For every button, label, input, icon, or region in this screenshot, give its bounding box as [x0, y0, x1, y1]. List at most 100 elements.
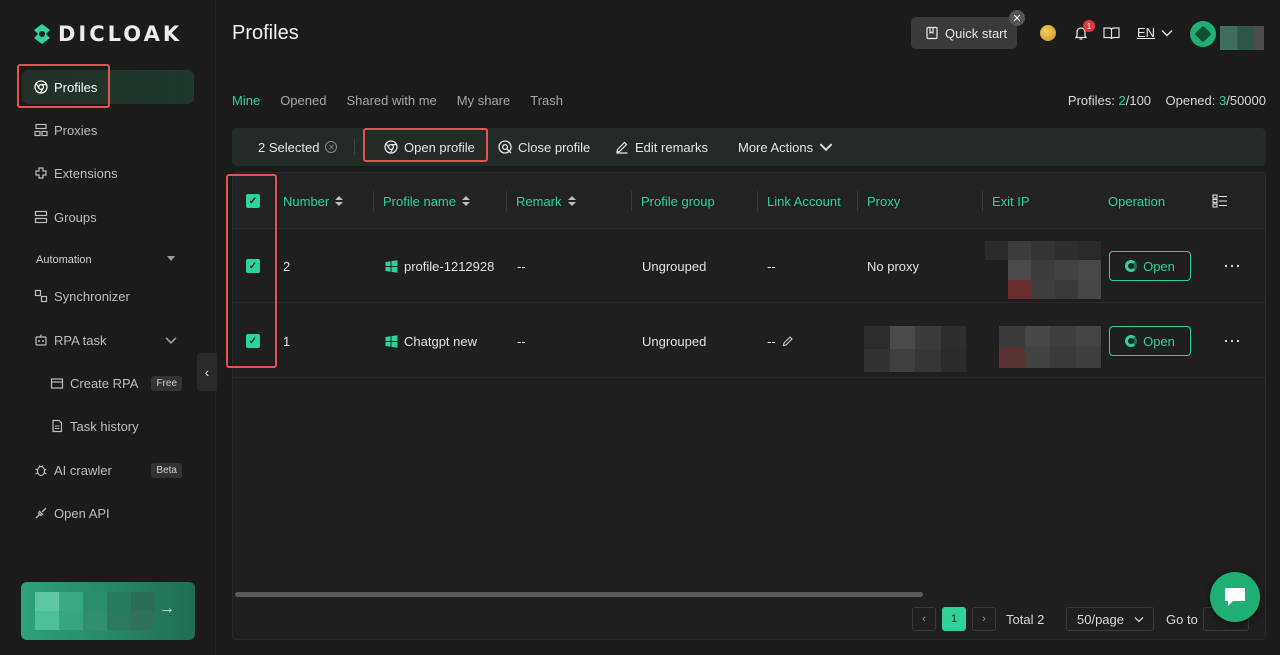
sort-icon: [567, 196, 576, 206]
tab-my-share[interactable]: My share: [457, 93, 510, 108]
sidebar-item-create-rpa[interactable]: Create RPA Free: [22, 366, 194, 400]
row-more-button[interactable]: ⋯: [1223, 229, 1242, 303]
beta-badge: Beta: [151, 462, 182, 478]
open-button[interactable]: Open: [1109, 251, 1191, 281]
notification-badge: 1: [1083, 20, 1095, 32]
sidebar-item-groups[interactable]: Groups: [22, 200, 194, 234]
arrow-right-icon: →: [159, 600, 175, 617]
row-checkbox[interactable]: ✓: [246, 229, 260, 303]
next-page-button[interactable]: ›: [972, 607, 996, 631]
collapse-sidebar-button[interactable]: ‹: [197, 353, 217, 391]
open-button[interactable]: Open: [1109, 326, 1191, 356]
browser-ring-icon: [1125, 335, 1138, 347]
column-remark[interactable]: Remark: [506, 173, 576, 229]
chat-support-button[interactable]: [1210, 572, 1260, 622]
groups-icon: [34, 210, 48, 224]
column-profile-name[interactable]: Profile name: [373, 173, 470, 229]
quick-start-button[interactable]: Quick start: [911, 17, 1017, 49]
row-profile-name[interactable]: Chatgpt new: [385, 304, 477, 378]
sidebar-item-profiles[interactable]: Profiles: [22, 70, 194, 104]
more-actions-button[interactable]: More Actions: [738, 128, 833, 166]
open-button-label: Open: [1143, 258, 1175, 274]
prev-page-button[interactable]: ‹: [912, 607, 936, 631]
page-title: Profiles: [232, 22, 299, 44]
close-profile-button[interactable]: Close profile: [498, 128, 590, 166]
page-size-label: 50/page: [1077, 611, 1124, 627]
robot-icon: [35, 334, 47, 346]
sidebar-item-label: Groups: [54, 209, 97, 225]
row-number: 2: [283, 258, 291, 274]
row-profile-group: Ungrouped: [642, 258, 707, 274]
table-row[interactable]: ✓ 1 Chatgpt new -- Ungrouped -- Open ⋯: [233, 304, 1265, 378]
caret-down-icon[interactable]: [167, 256, 175, 261]
brand-logo-icon: [34, 24, 50, 44]
sidebar-item-synchronizer[interactable]: Synchronizer: [22, 279, 194, 313]
open-book-icon[interactable]: [1103, 26, 1120, 40]
sidebar-item-open-api[interactable]: Open API: [22, 496, 194, 530]
row-operation: Open: [1109, 229, 1191, 303]
avatar[interactable]: [1190, 21, 1216, 47]
sidebar-item-extensions[interactable]: Extensions: [22, 156, 194, 190]
sidebar-item-proxies[interactable]: Proxies: [22, 113, 194, 147]
row-remark: --: [517, 258, 526, 274]
column-number[interactable]: Number: [283, 173, 344, 229]
opened-total: /50000: [1226, 93, 1266, 108]
clear-selection-icon[interactable]: ✕: [325, 141, 338, 153]
chevron-down-icon: [1161, 29, 1173, 36]
chevron-left-icon: ‹: [204, 364, 210, 380]
row-checkbox[interactable]: ✓: [246, 304, 260, 378]
opened-count-label: Opened:: [1165, 93, 1216, 108]
sidebar-item-label: Create RPA: [70, 375, 139, 391]
sidebar-item-task-history[interactable]: Task history: [22, 409, 194, 443]
select-all-checkbox[interactable]: ✓: [246, 173, 260, 229]
chevron-down-icon: [1134, 616, 1144, 622]
open-profile-button[interactable]: Open profile: [384, 128, 475, 166]
document-icon: [52, 419, 63, 433]
row-profile-name[interactable]: profile-1212928: [385, 229, 494, 303]
more-dots-icon: ⋯: [1223, 330, 1242, 351]
tab-mine[interactable]: Mine: [232, 93, 260, 108]
page-size-select[interactable]: 50/page: [1066, 607, 1154, 631]
page-number-button[interactable]: 1: [942, 607, 966, 631]
tab-shared-with-me[interactable]: Shared with me: [346, 93, 436, 108]
horizontal-scrollbar[interactable]: [235, 592, 923, 597]
tab-opened[interactable]: Opened: [280, 93, 326, 108]
profile-name-text: Chatgpt new: [404, 333, 477, 349]
brand-logo[interactable]: DICLOAK: [32, 22, 182, 46]
profiles-used: 2: [1118, 93, 1126, 108]
column-proxy: Proxy: [857, 173, 900, 229]
profile-counts: Profiles: 2/100 Opened: 3/50000: [1068, 93, 1266, 108]
row-number: 1: [283, 333, 291, 349]
quick-start-label: Quick start: [945, 25, 1008, 41]
chat-bubble-icon: [1225, 588, 1245, 606]
check-icon: ✓: [246, 334, 260, 348]
selection-count: 2 Selected ✕: [258, 128, 338, 166]
close-icon[interactable]: ✕: [1009, 10, 1025, 26]
column-profile-group: Profile group: [631, 173, 715, 229]
profiles-table: ✓ Number Profile name Remark Profile gro…: [232, 172, 1266, 640]
toolbar-divider: [354, 139, 355, 155]
column-label: Remark: [516, 193, 562, 209]
sidebar-item-rpa-task[interactable]: RPA task: [22, 323, 194, 357]
edit-remarks-button[interactable]: Edit remarks: [615, 128, 708, 166]
row-proxy-blurred: [864, 326, 966, 372]
tab-trash[interactable]: Trash: [530, 93, 563, 108]
sidebar-item-ai-crawler[interactable]: AI crawler Beta: [22, 453, 194, 487]
column-settings-icon: [1212, 194, 1227, 208]
coin-icon[interactable]: [1040, 25, 1056, 41]
check-icon: ✓: [246, 194, 260, 208]
check-icon: ✓: [246, 259, 260, 273]
promo-blurred-text: [35, 592, 155, 630]
row-more-button[interactable]: ⋯: [1223, 304, 1242, 378]
avatar-mark-icon: [1194, 25, 1212, 43]
table-row[interactable]: ✓ 2 profile-1212928 -- Ungrouped -- No p…: [233, 229, 1265, 303]
edit-pencil-icon[interactable]: [782, 335, 794, 347]
row-remark: --: [517, 333, 526, 349]
column-label: Number: [283, 193, 330, 209]
chrome-icon: [384, 140, 398, 154]
language-selector[interactable]: EN: [1137, 25, 1173, 40]
column-settings-button[interactable]: [1212, 173, 1228, 229]
promo-banner[interactable]: →: [21, 582, 195, 640]
pencil-icon: [616, 141, 628, 154]
open-profile-label: Open profile: [404, 139, 475, 155]
